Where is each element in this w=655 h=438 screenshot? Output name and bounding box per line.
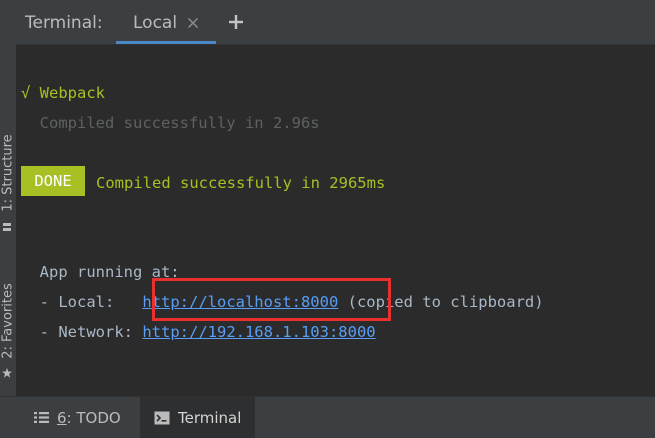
tool-tab-terminal[interactable]: Terminal [140,397,256,438]
local-prefix: - Local: [21,293,143,311]
network-url-link[interactable]: http://192.168.1.103:8000 [142,323,375,341]
sidebar-tab-favorites-label: 2: Favorites [0,283,16,359]
webpack-status-line: √ Webpack [21,84,105,102]
todo-shortcut-number: 6 [57,408,67,427]
bottom-tool-bar: 6: TODO Terminal [0,396,655,438]
terminal-tab-label: Terminal [178,408,242,427]
add-tab-plus-icon[interactable] [228,14,244,30]
tab-local-label: Local [133,13,178,33]
sidebar-tab-structure[interactable]: 1: Structure [0,108,16,238]
network-prefix: - Network: [21,323,143,341]
active-tab-indicator [116,41,216,44]
terminal-header: Terminal: Local [16,0,655,45]
terminal-output[interactable]: √ Webpack Compiled successfully in 2.96s… [16,45,655,396]
sidebar-tab-favorites[interactable]: 2: Favorites [0,256,16,386]
done-badge: DONE [21,166,85,196]
star-icon [2,368,12,378]
list-icon [34,412,49,423]
tool-tab-todo[interactable]: 6: TODO [22,397,133,438]
tab-local[interactable]: Local [116,0,216,44]
compiled-time-line: Compiled successfully in 2.96s [21,114,320,132]
done-message: Compiled successfully in 2965ms [96,174,386,192]
terminal-icon [154,411,170,424]
local-url-highlight-box [152,278,391,321]
close-icon[interactable] [187,17,199,29]
todo-label: : TODO [66,408,121,427]
terminal-panel-label: Terminal: [25,13,103,33]
sidebar-tab-structure-label: 1: Structure [0,134,16,212]
left-tool-gutter: 1: Structure 2: Favorites [0,0,17,396]
structure-icon [3,223,11,231]
network-url-line: - Network: http://192.168.1.103:8000 [21,323,376,341]
